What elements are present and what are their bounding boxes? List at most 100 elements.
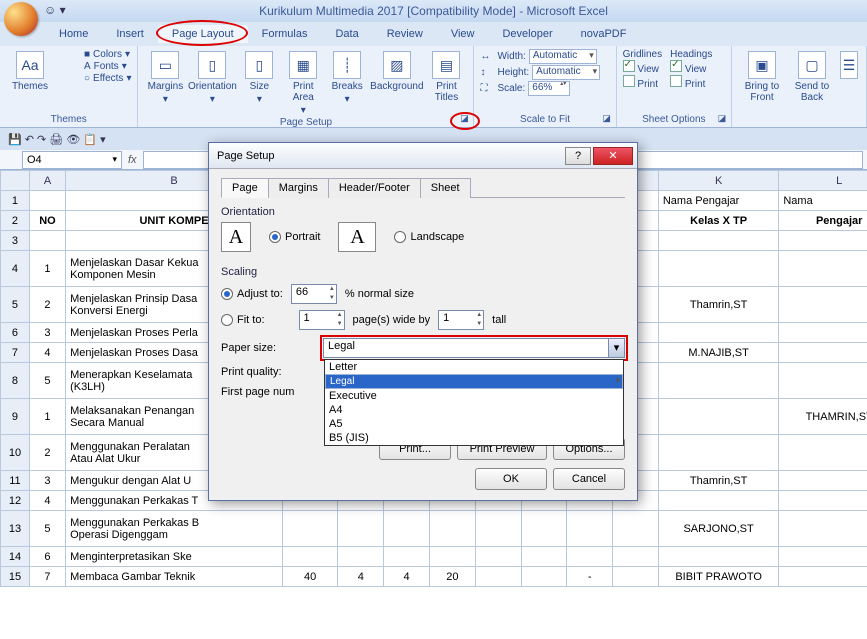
cell[interactable] [521, 567, 567, 587]
cell[interactable] [658, 363, 779, 399]
row-header[interactable]: 11 [1, 471, 30, 491]
cell[interactable]: M.NAJIB,ST [658, 343, 779, 363]
gridlines-print-check[interactable]: Print [623, 75, 662, 90]
cell[interactable] [779, 435, 867, 471]
portrait-radio[interactable]: Portrait [269, 231, 320, 243]
tab-page-layout[interactable]: Page Layout [158, 25, 248, 43]
background-button[interactable]: ▨Background [370, 49, 423, 92]
cell[interactable] [384, 547, 430, 567]
selection-pane-button[interactable]: ☰ [838, 49, 860, 79]
orientation-button[interactable]: ▯Orientation▾ [188, 49, 236, 105]
cell[interactable] [658, 547, 779, 567]
row-header[interactable]: 14 [1, 547, 30, 567]
cell[interactable] [521, 511, 567, 547]
cell[interactable]: Nama Pengajar [658, 191, 779, 211]
themes-button[interactable]: Aa Themes [6, 49, 54, 92]
tab-novapdf[interactable]: novaPDF [567, 25, 641, 43]
cell[interactable] [779, 323, 867, 343]
cell[interactable]: Pengajar [779, 211, 867, 231]
cell[interactable]: Kelas X TP [658, 211, 779, 231]
fonts-button[interactable]: A Fonts ▾ [84, 61, 131, 72]
row-header[interactable]: 6 [1, 323, 30, 343]
cell[interactable]: SARJONO,ST [658, 511, 779, 547]
cell[interactable] [779, 363, 867, 399]
print-titles-button[interactable]: ▤Print Titles [426, 49, 468, 103]
select-all-cell[interactable] [1, 171, 30, 191]
row-header[interactable]: 3 [1, 231, 30, 251]
cell[interactable] [338, 511, 384, 547]
cell[interactable]: 3 [29, 471, 65, 491]
page-setup-dialog-launcher[interactable]: ◪ [458, 113, 470, 125]
cell[interactable] [658, 399, 779, 435]
cell[interactable] [658, 435, 779, 471]
cell[interactable] [567, 511, 613, 547]
dialog-tab-margins[interactable]: Margins [268, 178, 329, 198]
cell[interactable]: - [567, 567, 613, 587]
tab-developer[interactable]: Developer [488, 25, 566, 43]
row-header[interactable]: 9 [1, 399, 30, 435]
colors-button[interactable]: ■ Colors ▾ [84, 49, 131, 60]
tab-data[interactable]: Data [321, 25, 372, 43]
cell[interactable] [384, 511, 430, 547]
cell[interactable] [613, 567, 659, 587]
chevron-down-icon[interactable]: ▾ [608, 339, 624, 357]
paper-size-option[interactable]: Executive [325, 389, 623, 403]
size-button[interactable]: ▯Size▾ [238, 49, 280, 105]
adjust-to-spinner[interactable]: 66 [291, 284, 337, 304]
cell[interactable]: 5 [29, 511, 65, 547]
dialog-tab-sheet[interactable]: Sheet [420, 178, 471, 198]
dialog-help-button[interactable]: ? [565, 147, 591, 165]
paper-size-option[interactable]: Letter [325, 360, 623, 374]
cell[interactable] [282, 511, 337, 547]
dialog-titlebar[interactable]: Page Setup ? ✕ [209, 143, 637, 169]
cell[interactable] [779, 471, 867, 491]
cell[interactable] [779, 547, 867, 567]
fit-tall-spinner[interactable]: 1 [438, 310, 484, 330]
cell[interactable] [429, 547, 475, 567]
cell[interactable]: 4 [29, 343, 65, 363]
cell[interactable]: 4 [384, 567, 430, 587]
width-select[interactable]: Automatic [529, 49, 597, 64]
cell[interactable]: 3 [29, 323, 65, 343]
tab-home[interactable]: Home [45, 25, 102, 43]
cell[interactable] [658, 251, 779, 287]
cell[interactable]: 4 [338, 567, 384, 587]
paper-size-option[interactable]: A5 [325, 417, 623, 431]
cell[interactable]: 40 [282, 567, 337, 587]
send-back-button[interactable]: ▢Send to Back [788, 49, 836, 103]
cell[interactable]: Menggunakan Perkakas BOperasi Digenggam [66, 511, 283, 547]
tab-review[interactable]: Review [373, 25, 437, 43]
row-header[interactable]: 4 [1, 251, 30, 287]
cell[interactable]: 1 [29, 399, 65, 435]
cell[interactable] [658, 323, 779, 343]
cell[interactable]: BIBIT PRAWOTO [658, 567, 779, 587]
cell[interactable] [29, 231, 65, 251]
cell[interactable] [29, 191, 65, 211]
row-header[interactable]: 15 [1, 567, 30, 587]
headings-view-check[interactable]: View [670, 60, 712, 75]
height-select[interactable]: Automatic [532, 65, 600, 80]
cell[interactable]: 2 [29, 435, 65, 471]
bring-front-button[interactable]: ▣Bring to Front [738, 49, 786, 103]
cell[interactable]: Membaca Gambar Teknik [66, 567, 283, 587]
cell[interactable] [475, 511, 521, 547]
cell[interactable]: 20 [429, 567, 475, 587]
quick-access-toolbar[interactable]: ☺ ▾ [44, 3, 66, 17]
cell[interactable] [658, 491, 779, 511]
landscape-radio[interactable]: Landscape [394, 231, 464, 243]
cell[interactable] [613, 547, 659, 567]
headings-print-check[interactable]: Print [670, 75, 712, 90]
fx-icon[interactable]: fx [128, 154, 137, 166]
print-area-button[interactable]: ▦Print Area▾ [282, 49, 324, 116]
cell[interactable]: Nama [779, 191, 867, 211]
effects-button[interactable]: ○ Effects ▾ [84, 73, 131, 84]
cell[interactable] [658, 231, 779, 251]
cell[interactable]: 5 [29, 363, 65, 399]
cell[interactable] [779, 343, 867, 363]
column-header-A[interactable]: A [29, 171, 65, 191]
paper-size-combo[interactable]: Legal ▾ LetterLegalExecutiveA4A5B5 (JIS) [323, 338, 625, 358]
office-button[interactable] [4, 2, 38, 36]
gridlines-view-check[interactable]: View [623, 60, 662, 75]
row-header[interactable]: 1 [1, 191, 30, 211]
cell[interactable]: 7 [29, 567, 65, 587]
